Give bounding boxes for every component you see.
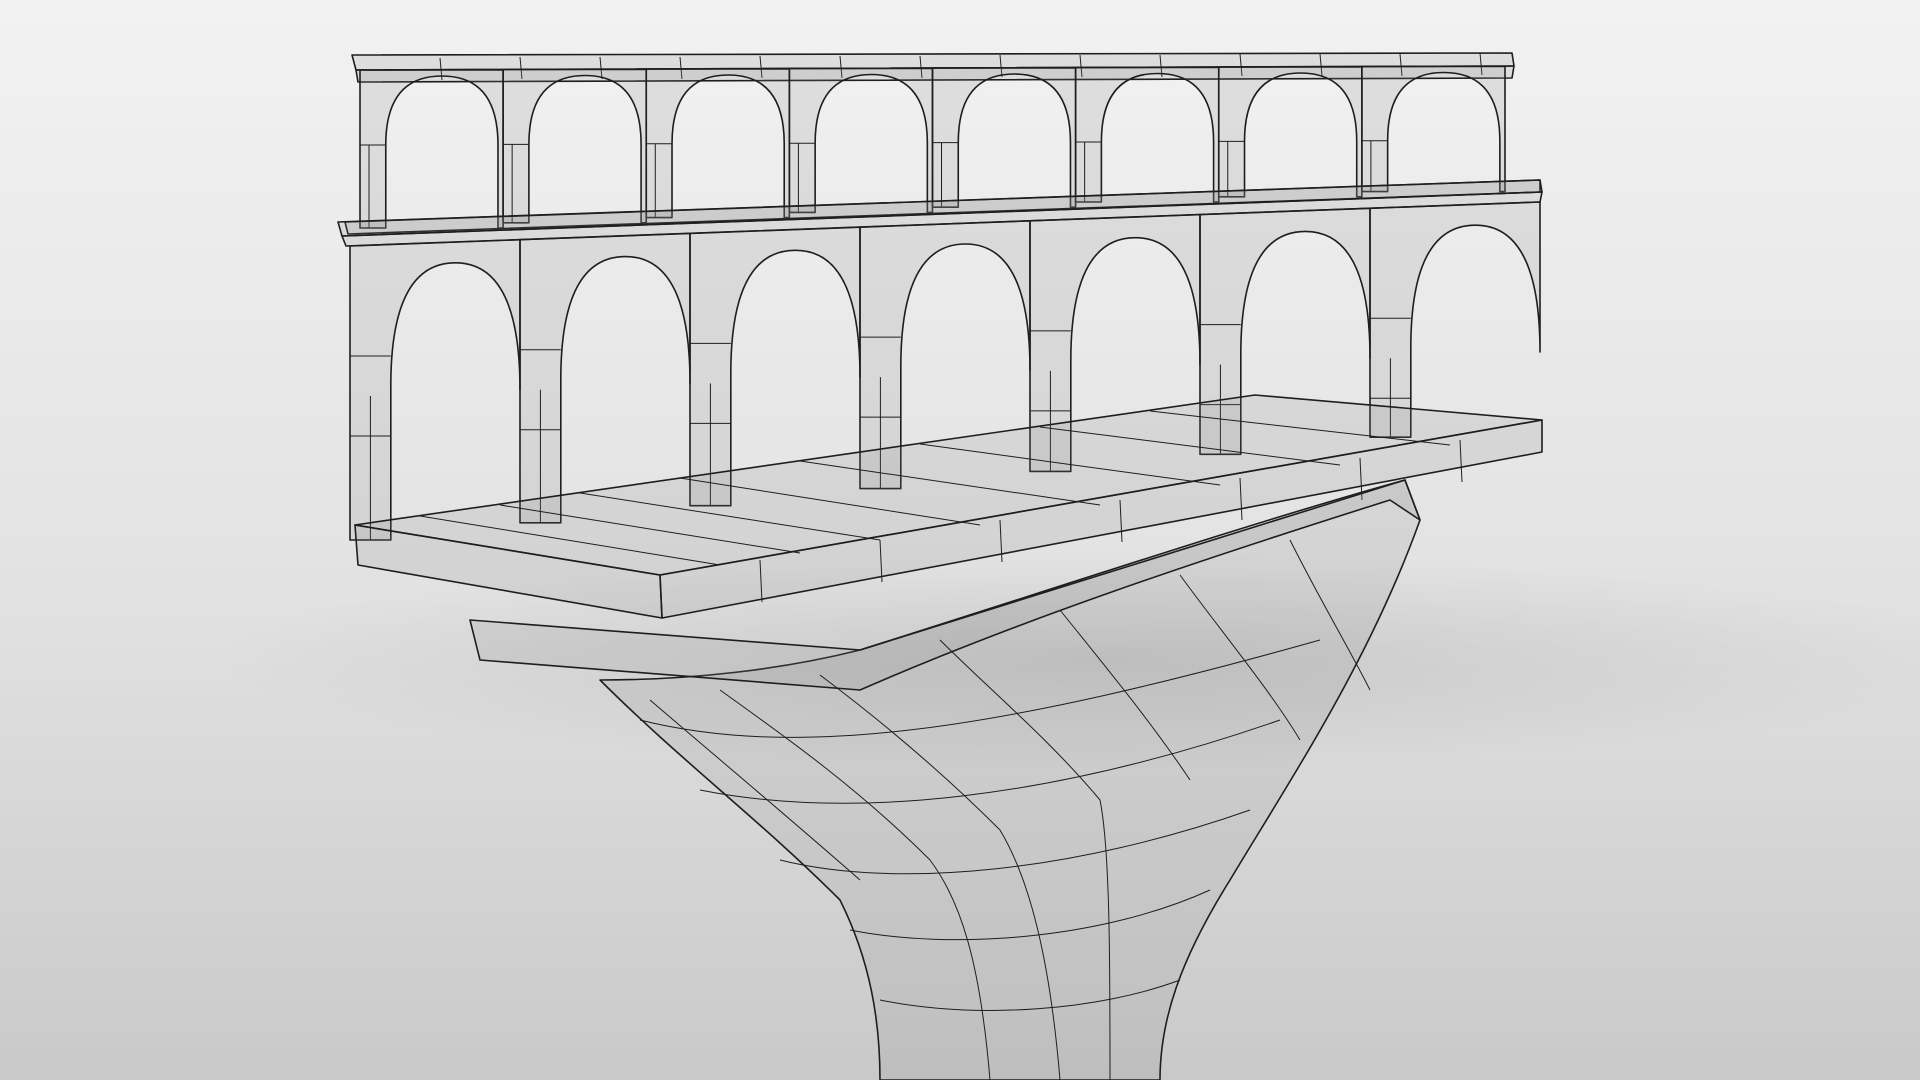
render-viewport (0, 0, 1920, 1080)
aqueduct-render (0, 0, 1920, 1080)
